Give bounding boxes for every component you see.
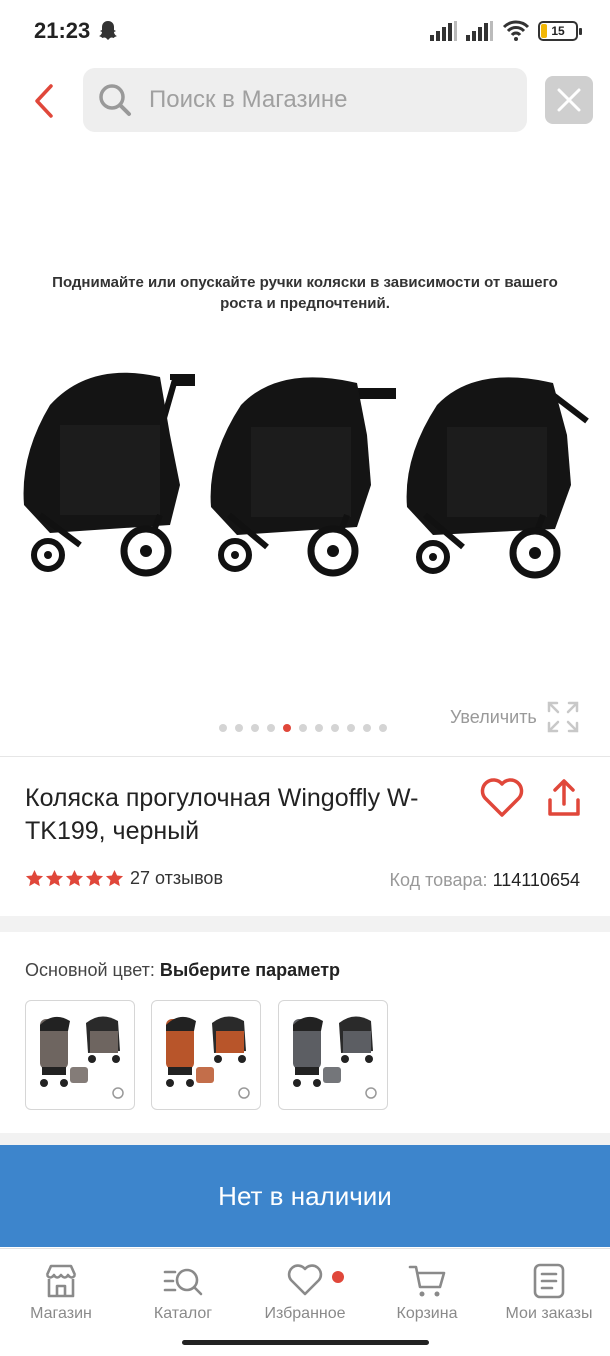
status-bar: 21:23 15 xyxy=(0,0,610,62)
section-separator-2 xyxy=(0,1133,610,1145)
snapchat-icon xyxy=(98,20,118,47)
gallery-caption: Поднимайте или опускайте ручки коляски в… xyxy=(52,274,558,312)
pagination-dot[interactable] xyxy=(299,724,307,732)
favorite-button[interactable] xyxy=(480,778,526,822)
battery-fill xyxy=(541,24,547,38)
nav-favorites[interactable]: Избранное xyxy=(244,1263,366,1323)
pagination-dot[interactable] xyxy=(315,724,323,732)
rating-stars xyxy=(25,869,124,888)
pagination-dot[interactable] xyxy=(219,724,227,732)
nav-store[interactable]: Магазин xyxy=(0,1263,122,1323)
heart-icon xyxy=(287,1264,323,1296)
search-icon xyxy=(97,82,133,118)
nav-catalog[interactable]: Каталог xyxy=(122,1263,244,1323)
nav-label: Корзина xyxy=(396,1305,458,1322)
divider xyxy=(0,756,610,757)
pagination-dot[interactable] xyxy=(251,724,259,732)
sku-value: 114110654 xyxy=(492,870,580,890)
wifi-icon xyxy=(502,20,530,41)
swatch-image xyxy=(293,1016,377,1099)
product-title: Коляска прогулочная Wingoffly W-TK199, ч… xyxy=(25,784,419,845)
stroller-image-2 xyxy=(210,377,396,577)
store-icon xyxy=(45,1264,77,1298)
nav-label: Мои заказы xyxy=(505,1305,593,1322)
color-value: Выберите параметр xyxy=(159,960,341,980)
close-button[interactable] xyxy=(545,76,593,124)
signal-icon-2 xyxy=(466,21,493,41)
nav-orders[interactable]: Мои заказы xyxy=(488,1263,610,1323)
star-icon xyxy=(45,869,64,887)
expand-icon xyxy=(547,701,579,733)
sku-label: Код товара: xyxy=(389,870,488,890)
section-separator xyxy=(0,916,610,932)
search-bar[interactable] xyxy=(83,68,527,132)
reviews-link[interactable]: 27 отзывов xyxy=(130,868,223,889)
color-swatch-1[interactable] xyxy=(25,1000,135,1110)
signal-icon xyxy=(430,21,457,41)
notification-dot xyxy=(332,1271,344,1283)
color-label-text: Основной цвет: xyxy=(25,960,155,980)
swatch-image xyxy=(40,1016,124,1099)
search-input[interactable] xyxy=(149,86,479,114)
battery-indicator: 15 xyxy=(538,21,582,41)
star-icon xyxy=(25,869,44,887)
zoom-button[interactable]: Увеличить xyxy=(450,701,579,733)
status-icons: 15 xyxy=(430,20,582,42)
gallery-pagination xyxy=(219,724,387,732)
stroller-image-3 xyxy=(406,377,589,579)
close-icon xyxy=(557,88,581,112)
color-label: Основной цвет: Выберите параметр xyxy=(25,960,340,981)
product-gallery[interactable]: Поднимайте или опускайте ручки коляски в… xyxy=(0,150,610,750)
nav-label: Магазин xyxy=(30,1305,92,1322)
star-icon xyxy=(65,869,84,887)
pagination-dot[interactable] xyxy=(267,724,275,732)
back-button[interactable] xyxy=(22,76,66,126)
color-swatch-3[interactable] xyxy=(278,1000,388,1110)
orders-icon xyxy=(533,1263,565,1299)
rating[interactable]: 27 отзывов xyxy=(25,868,223,889)
star-icon xyxy=(85,869,104,887)
pagination-dot[interactable] xyxy=(379,724,387,732)
zoom-label: Увеличить xyxy=(450,706,537,727)
home-indicator xyxy=(182,1340,429,1345)
share-button[interactable] xyxy=(546,778,588,822)
share-icon xyxy=(548,779,580,816)
status-time: 21:23 xyxy=(34,18,91,43)
nav-cart[interactable]: Корзина xyxy=(366,1263,488,1323)
pagination-dot[interactable] xyxy=(363,724,371,732)
color-swatch-2[interactable] xyxy=(151,1000,261,1110)
battery-level: 15 xyxy=(551,24,565,38)
star-icon xyxy=(105,869,124,887)
stroller-image-1 xyxy=(23,372,195,577)
product-code: Код товара: 114110654 xyxy=(389,870,580,891)
nav-label: Каталог xyxy=(153,1305,213,1322)
pagination-dot[interactable] xyxy=(235,724,243,732)
nav-label: Избранное xyxy=(264,1305,346,1322)
heart-icon xyxy=(480,778,524,817)
out-of-stock-button[interactable]: Нет в наличии xyxy=(0,1145,610,1247)
catalog-search-icon xyxy=(163,1268,203,1296)
pagination-dot[interactable] xyxy=(331,724,339,732)
pagination-dot[interactable] xyxy=(283,724,291,732)
cart-icon xyxy=(408,1265,446,1297)
chevron-left-icon xyxy=(35,84,53,118)
swatch-image xyxy=(166,1016,250,1099)
pagination-dot[interactable] xyxy=(347,724,355,732)
